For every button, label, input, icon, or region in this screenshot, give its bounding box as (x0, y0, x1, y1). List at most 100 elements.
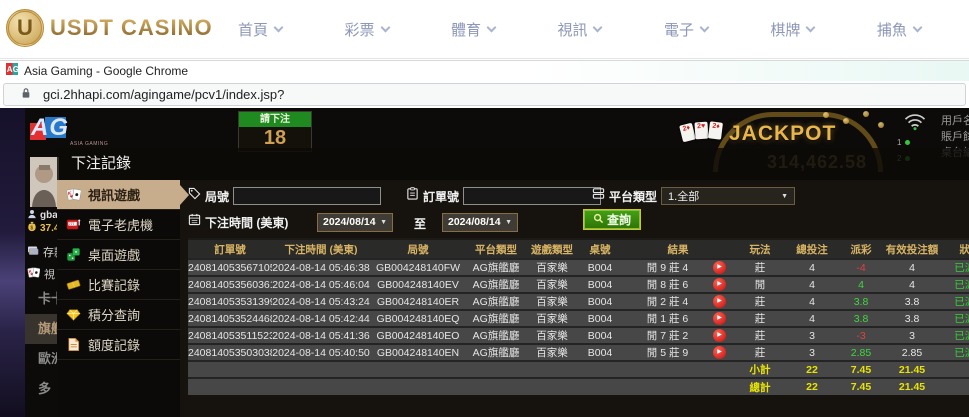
grand-total-valid: 21.45 (884, 377, 940, 395)
svg-text:777: 777 (69, 222, 75, 226)
result-text: 閒 7 莊 2 (646, 330, 689, 342)
lobby-item[interactable]: 旗艦 (25, 314, 64, 344)
jackpot-banner: 2♦ 2♥ 2♦ JACKPOT (673, 110, 913, 172)
round-cell: GB004248140EN (370, 343, 466, 361)
menu-item-video-games[interactable]: K 視訊遊戲 (57, 180, 189, 210)
platform-label: 平台類型 (609, 189, 658, 204)
replay-button[interactable]: ▶ (713, 261, 726, 274)
table-row: 240814053524468 2024-08-14 05:42:44 GB0042… (188, 309, 969, 327)
column-header: 平台類型 (466, 238, 526, 259)
round-label: 局號 (205, 189, 230, 204)
chevron-down-icon (486, 22, 497, 32)
time-cell: 2024-08-14 05:40:50 (272, 343, 370, 361)
site-logo[interactable]: U USDT CASINO (6, 9, 213, 47)
menu-item-match-records[interactable]: 比賽記錄 (57, 270, 180, 300)
platform-cell: AG旗艦廳 (466, 326, 526, 344)
caret-down-icon: ▼ (505, 218, 512, 226)
time-cell: 2024-08-14 05:46:38 (272, 258, 370, 276)
bet_side-cell: 莊 (734, 292, 786, 310)
replay-button[interactable]: ▶ (713, 329, 726, 342)
to-label: 至 (414, 217, 427, 231)
chevron-down-icon (699, 22, 710, 32)
modal-title: 下注記錄 (57, 148, 969, 180)
nav-live[interactable]: 視訊 (557, 19, 603, 40)
subtotal-label: 小計 (734, 360, 786, 378)
nav-home[interactable]: 首頁 (238, 19, 284, 40)
money-bag-icon: $ (27, 221, 37, 235)
lock-icon[interactable] (21, 86, 31, 104)
table-cell: B004 (578, 258, 622, 276)
platform-select[interactable]: 1.全部 ▼ (661, 187, 796, 205)
result-cell: 閒 5 莊 9 ▶ (622, 343, 734, 361)
video-games-tab[interactable]: K 視 (27, 266, 55, 282)
status-cell: 已派彩 (940, 275, 969, 293)
tag-icon (188, 187, 201, 205)
replay-button[interactable]: ▶ (713, 278, 726, 291)
bet_side-cell: 莊 (734, 343, 786, 361)
chevron-down-icon (273, 22, 284, 32)
lobby-item[interactable]: 卡卡 (25, 284, 64, 314)
menu-item-credit-records[interactable]: 額度記錄 (57, 330, 180, 360)
menu-item-label: 桌面遊戲 (88, 248, 141, 263)
time-cell: 2024-08-14 05:46:04 (272, 275, 370, 293)
result-text: 閒 5 莊 9 (646, 347, 689, 359)
total-cell: 4 (786, 292, 838, 310)
status-cell: 已派彩 (940, 309, 969, 327)
table-info-label: 用戶名 (941, 115, 969, 127)
menu-item-slot-machines[interactable]: 777 電子老虎機 (57, 210, 180, 240)
menu-item-table-games[interactable]: 桌面遊戲 (57, 240, 180, 270)
round-input[interactable] (233, 187, 382, 205)
lobby-item[interactable]: 歐洲 (25, 344, 64, 374)
grand-total-total: 22 (786, 377, 838, 395)
bet-countdown: 請下注 18 (238, 111, 312, 152)
nav-sports[interactable]: 體育 (451, 19, 497, 40)
table-row: 240814053511523 2024-08-14 05:41:36 GB0042… (188, 326, 969, 344)
screen: U USDT CASINO 首頁 彩票 體育 視訊 電子 棋牌 捕魚 AG As… (0, 0, 969, 417)
platform-cell: AG旗艦廳 (466, 292, 526, 310)
replay-button[interactable]: ▶ (713, 346, 726, 359)
nav-cards[interactable]: 棋牌 (770, 19, 816, 40)
column-header: 下注時間 (美東) (272, 238, 370, 259)
empty-cell (940, 377, 969, 395)
subtotal-valid: 21.45 (884, 360, 940, 378)
nav-fishing[interactable]: 捕魚 (877, 19, 923, 40)
document-icon (66, 337, 81, 352)
nav-lottery[interactable]: 彩票 (344, 19, 390, 40)
svg-text:G: G (13, 65, 18, 74)
order-cell: 240814053524468 (188, 309, 272, 327)
lobby-item[interactable]: 多 (25, 374, 60, 404)
empty-cell (940, 360, 969, 378)
order-input[interactable] (463, 187, 602, 205)
platform-cell: AG旗艦廳 (466, 258, 526, 276)
playing-card-icon: 2♦ (679, 122, 696, 143)
payout-cell: 3.8 (838, 292, 884, 310)
nav-slots[interactable]: 電子 (664, 19, 710, 40)
round-cell: GB004248140FW (370, 258, 466, 276)
date-from-picker[interactable]: 2024/08/14 ▼ (317, 212, 393, 232)
order-cell: 240814053531399 (188, 292, 272, 310)
replay-button[interactable]: ▶ (713, 312, 726, 325)
caret-down-icon: ▼ (781, 192, 789, 200)
result-text: 閒 8 莊 6 (646, 279, 689, 291)
valid-cell: 2.85 (884, 343, 940, 361)
address-bar[interactable]: gci.2hhapi.com/agingame/pcv1/index.jsp? (3, 83, 966, 106)
column-header: 結果 (622, 238, 734, 259)
replay-button[interactable]: ▶ (713, 295, 726, 308)
payout-cell: -4 (838, 258, 884, 276)
menu-item-label: 積分查詢 (88, 308, 141, 323)
dealer-avatar (30, 157, 59, 207)
round-cell: GB004248140EV (370, 275, 466, 293)
table-info-label: 賬戶餘 (941, 131, 969, 143)
date-to-picker[interactable]: 2024/08/14 ▼ (442, 212, 518, 232)
search-button[interactable]: 查詢 (583, 209, 641, 230)
status-cell: 已派彩 (940, 343, 969, 361)
valid-cell: 4 (884, 275, 940, 293)
empty-cell (188, 377, 734, 395)
ticket-icon (66, 277, 81, 292)
column-header: 總投注 (786, 238, 838, 259)
menu-item-label: 比賽記錄 (88, 278, 141, 293)
payout-cell: 3.8 (838, 309, 884, 327)
ag-logo-text: AG (31, 114, 69, 141)
menu-item-points-query[interactable]: 積分查詢 (57, 300, 180, 330)
platform-cell: AG旗艦廳 (466, 309, 526, 327)
